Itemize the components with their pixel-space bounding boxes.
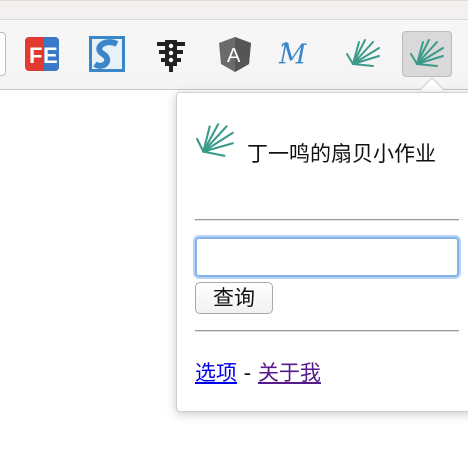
traffic-light-extension-button[interactable] [150, 31, 192, 77]
s-icon [89, 36, 125, 72]
popup-links: 选项 - 关于我 [195, 359, 321, 387]
angular-extension-button[interactable]: A [214, 31, 256, 77]
svg-text:F: F [29, 43, 42, 68]
svg-text:A: A [227, 45, 241, 67]
svg-text:M: M [278, 40, 307, 71]
link-separator: - [237, 361, 258, 385]
options-link[interactable]: 选项 [195, 361, 237, 385]
m-script-icon: M [278, 40, 307, 71]
tab-strip-divider [0, 19, 468, 20]
popup-title: 丁一鸣的扇贝小作业 [247, 142, 436, 166]
query-button[interactable]: 查询 [195, 282, 273, 314]
fe-helper-button[interactable]: F E [21, 31, 63, 77]
about-me-link[interactable]: 关于我 [258, 361, 321, 385]
fan-icon [346, 39, 380, 67]
divider-bottom [195, 330, 459, 332]
fan-icon [410, 39, 444, 67]
angular-icon: A [219, 37, 251, 72]
browser-window: F E A M 丁一鸣的扇贝小作业 查询 选项 - 关于我 [0, 0, 468, 456]
svg-text:E: E [43, 43, 58, 68]
s-extension-button[interactable] [86, 31, 128, 77]
word-search-input[interactable] [195, 237, 459, 277]
traffic-light-icon [157, 40, 185, 72]
address-bar-edge[interactable] [0, 32, 6, 76]
browser-toolbar: F E A M [0, 0, 468, 90]
fe-helper-icon: F E [25, 37, 59, 71]
shanbay-fan-extension-active-button[interactable] [402, 31, 452, 77]
divider-top [195, 219, 459, 221]
extension-popup: 丁一鸣的扇贝小作业 查询 选项 - 关于我 [176, 92, 468, 412]
m-script-extension-button[interactable]: M [278, 31, 320, 77]
shanbay-fan-extension-button[interactable] [342, 31, 384, 77]
